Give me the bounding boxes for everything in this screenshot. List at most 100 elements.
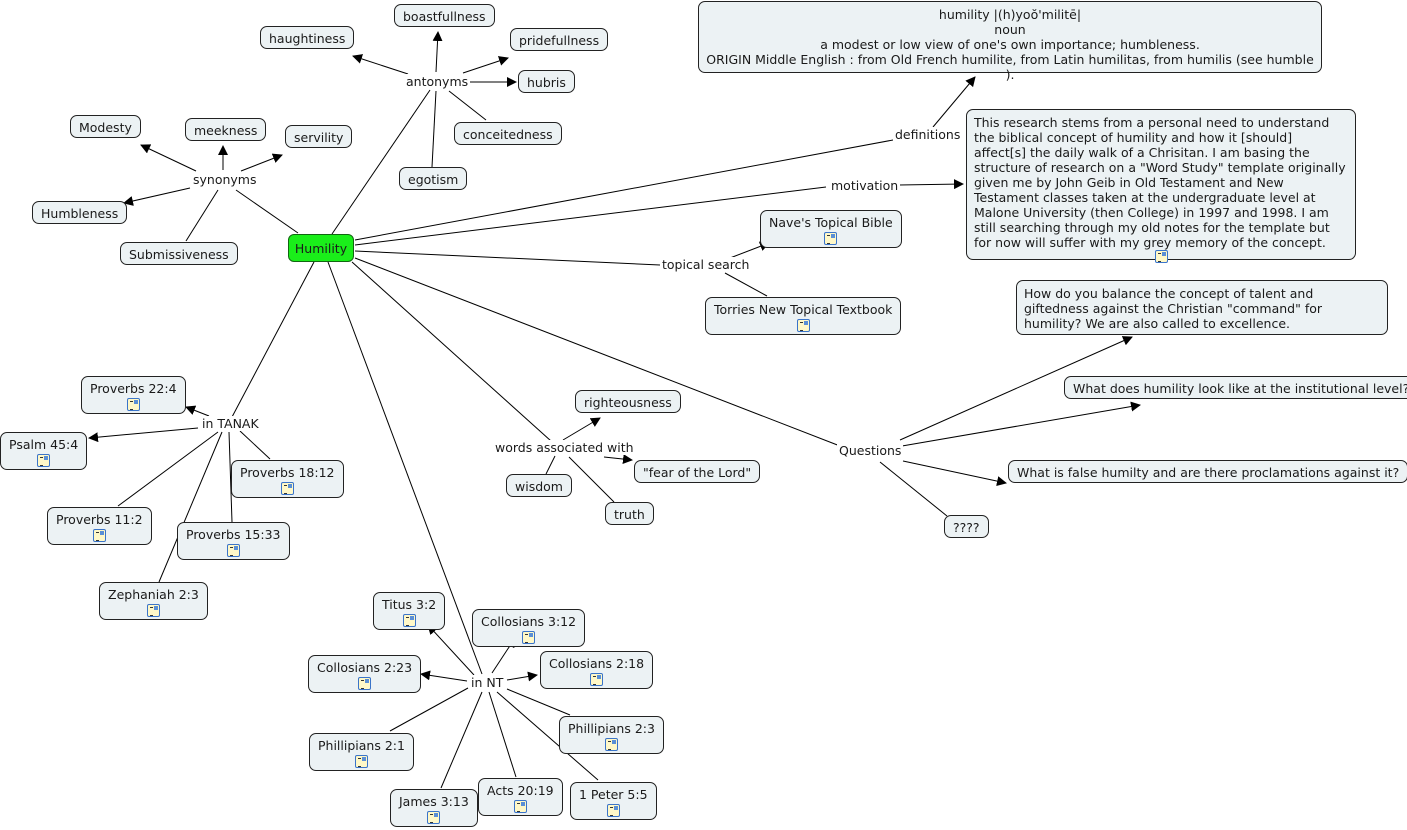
concept-acts-20-19[interactable]: Acts 20:19 — [478, 778, 563, 816]
resource-icon[interactable] — [126, 398, 140, 411]
resource-icon[interactable] — [1154, 250, 1168, 263]
resource-icon[interactable] — [354, 755, 368, 768]
concept-label: Modesty — [79, 120, 132, 135]
link-synonyms[interactable]: synonyms — [191, 172, 259, 187]
concept-label: Humbleness — [41, 206, 119, 221]
link-words-associated[interactable]: words associated with — [493, 440, 636, 455]
concept-pridefullness[interactable]: pridefullness — [510, 28, 609, 51]
question-unknown[interactable]: ???? — [944, 515, 989, 538]
concept-proverbs-22-4[interactable]: Proverbs 22:4 — [81, 376, 186, 414]
concept-label: egotism — [408, 172, 459, 187]
question-talent-giftedness[interactable]: How do you balance the concept of talent… — [1016, 280, 1388, 335]
resource-icon[interactable] — [427, 811, 441, 824]
concept-collosians-2-18[interactable]: Collosians 2:18 — [540, 651, 654, 689]
concept-humbleness[interactable]: Humbleness — [32, 201, 128, 224]
link-in-tanak[interactable]: in TANAK — [200, 416, 261, 431]
root-label: Humility — [294, 241, 348, 256]
resource-icon[interactable] — [280, 482, 294, 495]
concept-label: conceitedness — [463, 127, 553, 142]
link-motivation[interactable]: motivation — [829, 178, 901, 193]
definition-pos: noun — [994, 22, 1026, 37]
line-root-motivation — [354, 186, 827, 246]
link-questions[interactable]: Questions — [837, 443, 904, 458]
concept-titus-3-2[interactable]: Titus 3:2 — [373, 592, 446, 630]
concept-naves-topical-bible[interactable]: Nave's Topical Bible — [760, 210, 902, 248]
resource-icon[interactable] — [824, 232, 838, 245]
concept-torries-topical-textbook[interactable]: Torries New Topical Textbook — [705, 297, 902, 335]
concept-label: Psalm 45:4 — [9, 437, 79, 452]
resource-icon[interactable] — [606, 804, 620, 817]
line-root-antonyms — [331, 89, 431, 235]
concept-label: Phillipians 2:1 — [318, 738, 405, 753]
resource-icon[interactable] — [522, 631, 536, 644]
concept-label: righteousness — [584, 395, 672, 410]
concept-label: Submissiveness — [129, 247, 229, 262]
concept-label: Phillipians 2:3 — [568, 721, 655, 736]
concept-boastfullness[interactable]: boastfullness — [394, 4, 495, 27]
concept-haughtiness[interactable]: haughtiness — [260, 26, 355, 49]
concept-righteousness[interactable]: righteousness — [575, 390, 681, 413]
concept-phillipians-2-3[interactable]: Phillipians 2:3 — [559, 716, 664, 754]
question-text: What is false humilty and are there proc… — [1017, 465, 1400, 480]
link-antonyms[interactable]: antonyms — [404, 74, 471, 89]
concept-collosians-3-12[interactable]: Collosians 3:12 — [472, 609, 586, 647]
line-root-topical — [354, 250, 661, 266]
concept-collosians-2-23[interactable]: Collosians 2:23 — [308, 655, 422, 693]
concept-label: Titus 3:2 — [382, 597, 437, 612]
question-false-humility[interactable]: What is false humilty and are there proc… — [1008, 460, 1407, 483]
resource-icon[interactable] — [146, 604, 160, 617]
line-root-associated — [351, 261, 552, 442]
concept-phillipians-2-1[interactable]: Phillipians 2:1 — [309, 733, 414, 771]
concept-label: Collosians 3:12 — [481, 614, 577, 629]
concept-label: Proverbs 22:4 — [90, 381, 177, 396]
concept-psalm-45-4[interactable]: Psalm 45:4 — [0, 432, 88, 470]
motivation-box[interactable]: This research stems from a personal need… — [966, 109, 1356, 263]
definition-meaning: a modest or low view of one's own import… — [820, 37, 1200, 52]
concept-servility[interactable]: servility — [285, 125, 353, 148]
resource-icon[interactable] — [92, 529, 106, 542]
resource-icon[interactable] — [402, 614, 416, 627]
resource-icon[interactable] — [513, 800, 527, 813]
concept-1-peter-5-5[interactable]: 1 Peter 5:5 — [570, 782, 657, 820]
concept-meekness[interactable]: meekness — [185, 118, 267, 141]
concept-conceitedness[interactable]: conceitedness — [454, 122, 562, 145]
concept-label: Proverbs 15:33 — [186, 527, 281, 542]
concept-egotism[interactable]: egotism — [399, 167, 468, 190]
concept-label: James 3:13 — [399, 794, 469, 809]
concept-label: Collosians 2:23 — [317, 660, 413, 675]
line-root-tanak — [231, 261, 315, 418]
concept-label: Proverbs 11:2 — [56, 512, 143, 527]
concept-hubris[interactable]: hubris — [518, 70, 575, 93]
definition-box[interactable]: humility |(h)yoŏ'militē| noun a modest o… — [698, 1, 1322, 82]
concept-fear-of-the-lord[interactable]: "fear of the Lord" — [634, 460, 761, 483]
concept-submissiveness[interactable]: Submissiveness — [120, 242, 238, 265]
concept-label: Torries New Topical Textbook — [714, 302, 893, 317]
concept-wisdom[interactable]: wisdom — [506, 474, 572, 497]
concept-label: Collosians 2:18 — [549, 656, 645, 671]
resource-icon[interactable] — [604, 738, 618, 751]
concept-zephaniah-2-3[interactable]: Zephaniah 2:3 — [99, 582, 208, 620]
concept-label: 1 Peter 5:5 — [579, 787, 648, 802]
concept-proverbs-18-12[interactable]: Proverbs 18:12 — [231, 460, 344, 498]
concept-james-3-13[interactable]: James 3:13 — [390, 789, 478, 827]
root-concept-humility[interactable]: Humility — [288, 234, 354, 262]
question-institutional-level[interactable]: What does humility look like at the inst… — [1064, 376, 1407, 399]
link-in-nt[interactable]: in NT — [469, 675, 506, 690]
concept-label: Zephaniah 2:3 — [108, 587, 199, 602]
concept-label: servility — [294, 130, 344, 145]
concept-proverbs-11-2[interactable]: Proverbs 11:2 — [47, 507, 152, 545]
definition-origin: ORIGIN Middle English : from Old French … — [706, 52, 1314, 82]
concept-label: "fear of the Lord" — [643, 465, 752, 480]
concept-proverbs-15-33[interactable]: Proverbs 15:33 — [177, 522, 290, 560]
resource-icon[interactable] — [37, 454, 51, 467]
resource-icon[interactable] — [358, 677, 372, 690]
link-topical-search[interactable]: topical search — [660, 257, 752, 272]
link-definitions[interactable]: definitions — [893, 127, 963, 142]
concept-truth[interactable]: truth — [605, 502, 654, 525]
concept-label: Nave's Topical Bible — [769, 215, 893, 230]
concept-modesty[interactable]: Modesty — [70, 115, 141, 138]
resource-icon[interactable] — [226, 544, 240, 557]
resource-icon[interactable] — [796, 319, 810, 332]
resource-icon[interactable] — [590, 673, 604, 686]
line-root-questions — [354, 257, 841, 447]
